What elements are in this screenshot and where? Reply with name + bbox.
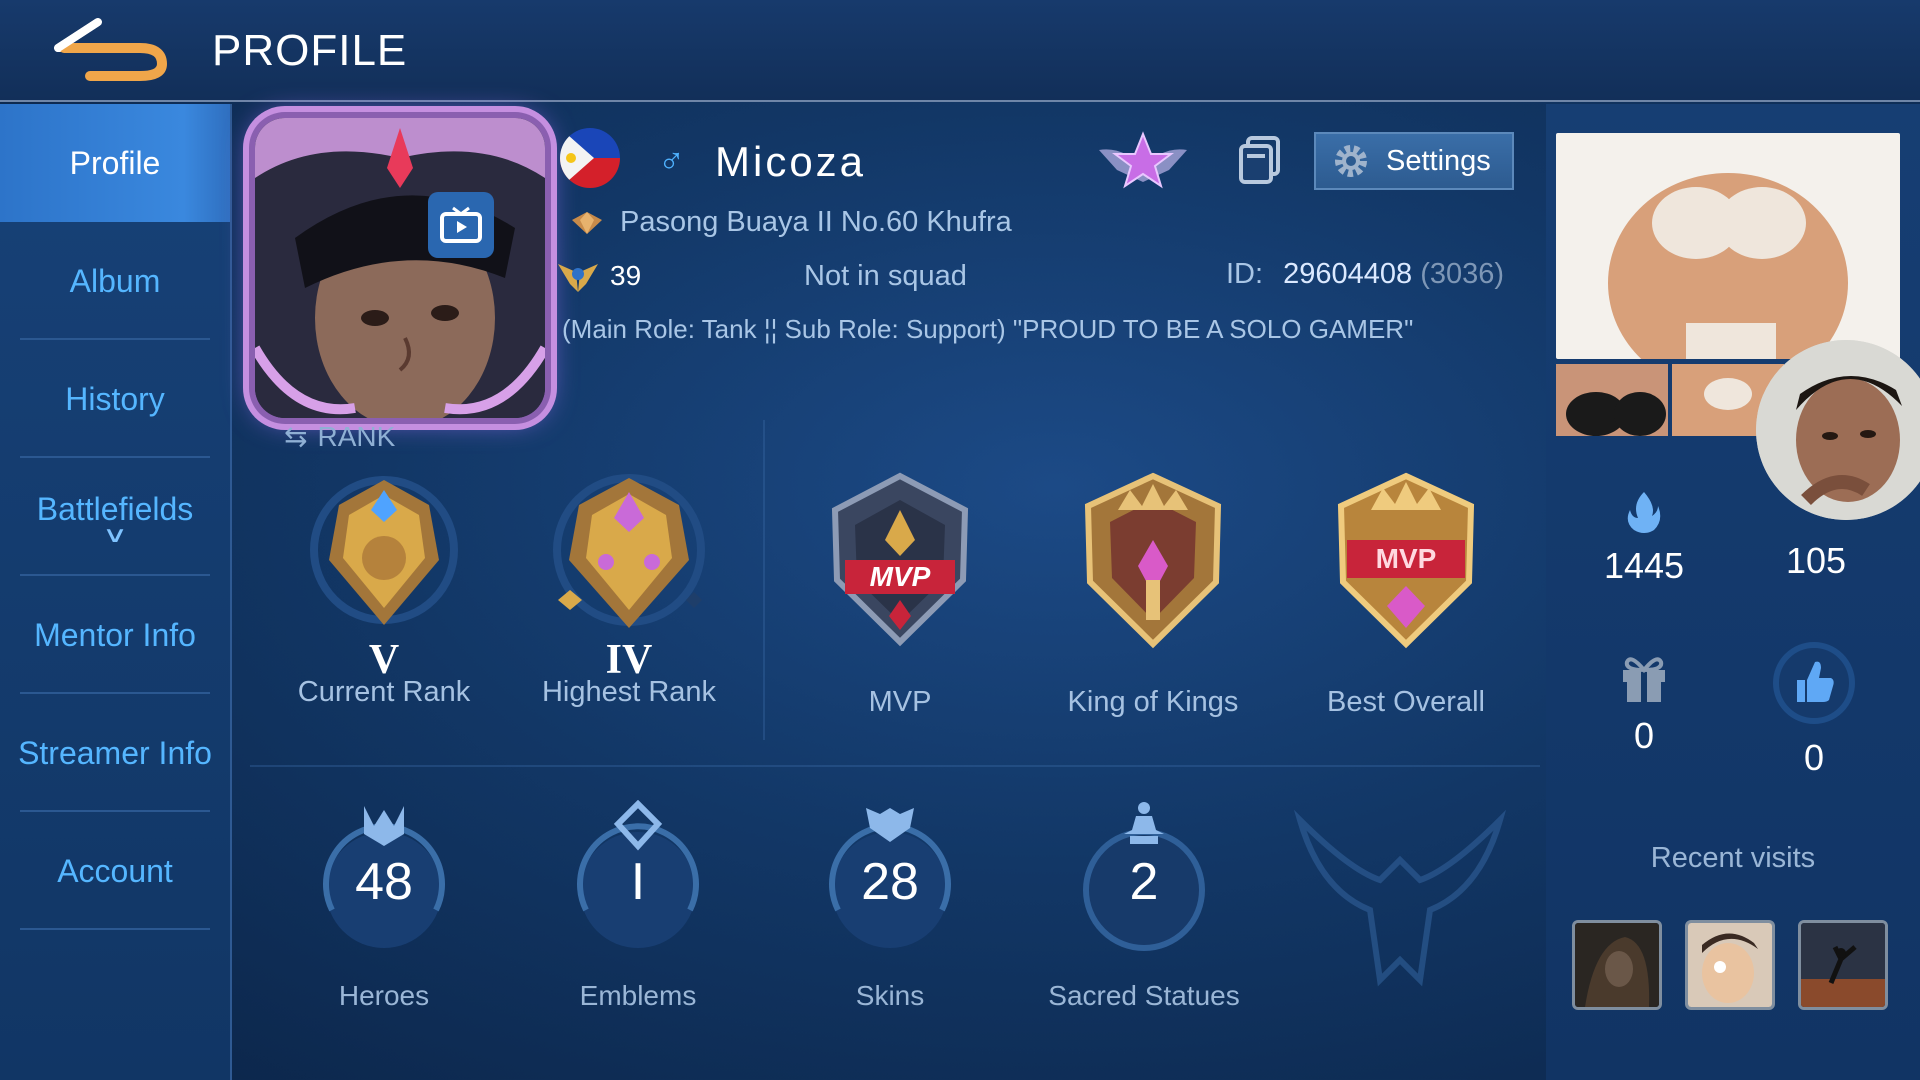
stat-label: Skins [855, 980, 925, 1011]
mvp-crown-icon: MVP [1337, 472, 1475, 649]
sidebar-item-history[interactable]: History [0, 340, 230, 458]
rank-tier: IV [605, 637, 653, 683]
recent-visitor-avatar[interactable] [1685, 920, 1775, 1010]
popularity-value: 1445 [1603, 545, 1685, 586]
badge-label: Highest Rank [541, 676, 717, 708]
sidebar-item-album[interactable]: Album [0, 222, 230, 340]
sidebar: Profile Album History Battlefields ∨ Men… [0, 104, 232, 1080]
star-rank-icon[interactable] [1095, 130, 1191, 190]
player-id: ID: 29604408 (3036) [1226, 258, 1505, 290]
card-icon[interactable] [1238, 136, 1282, 184]
sidebar-item-profile[interactable]: Profile [0, 104, 230, 222]
badge-label: Current Rank [297, 676, 471, 708]
sidebar-item-label: History [65, 380, 165, 417]
divider [250, 765, 1540, 767]
page-title: PROFILE [212, 26, 408, 75]
crown-shield-icon [1084, 472, 1222, 649]
sidebar-item-label: Album [69, 262, 161, 299]
level-badge-icon [558, 264, 598, 292]
rank-swap-icon: ⇆ [284, 421, 308, 452]
current-rank-badge[interactable]: V Current Rank [284, 470, 484, 709]
mvp-badge[interactable]: MVP MVP [800, 470, 1000, 719]
sidebar-item-label: Account [57, 852, 173, 889]
country-flag-icon [560, 128, 620, 188]
badge-tier [800, 646, 1000, 686]
stat-value: 2 [1129, 853, 1159, 911]
followers-value: 105 [1785, 540, 1847, 581]
sidebar-item-streamer-info[interactable]: Streamer Info [0, 694, 230, 812]
location-line: Pasong Buaya II No.60 Khufra [570, 206, 1012, 239]
emblems-stat[interactable]: I Emblems [528, 799, 748, 1012]
chevron-down-icon: ∨ [102, 521, 128, 547]
stat-label: Emblems [579, 980, 697, 1011]
popularity-stat[interactable]: 1445 [1574, 490, 1714, 587]
location-gem-icon [572, 211, 602, 234]
followers-stat[interactable]: 105 [1746, 490, 1886, 582]
mvp-emblem-icon: MVP [831, 472, 969, 647]
squad-status: Not in squad [804, 260, 967, 292]
gift-icon [1623, 657, 1665, 702]
avatar-portrait [255, 118, 545, 418]
recent-visits-title: Recent visits [1650, 842, 1816, 874]
gender-male-icon: ♂ [658, 140, 685, 181]
stat-label: Sacred Statues [1048, 980, 1240, 1011]
highest-rank-badge[interactable]: IV Highest Rank [529, 470, 729, 709]
rank-caption: ⇆ RANK [284, 420, 396, 453]
gifts-stat[interactable]: 0 [1574, 650, 1714, 757]
badge-tier [1306, 646, 1506, 686]
flame-icon [1627, 492, 1661, 533]
recent-visitor-avatar[interactable] [1798, 920, 1888, 1010]
badge-label: MVP [868, 686, 932, 718]
likes-stat[interactable]: 0 [1744, 640, 1884, 779]
live-stream-icon[interactable] [428, 192, 494, 258]
sidebar-item-label: Mentor Info [34, 616, 196, 653]
gifts-value: 0 [1633, 715, 1655, 756]
skins-stat[interactable]: 28 Skins [780, 800, 1000, 1012]
stat-label: Heroes [338, 980, 430, 1011]
svg-text:MVP: MVP [870, 561, 931, 592]
badge-label: Best Overall [1327, 686, 1485, 718]
rank-emblem-icon [553, 474, 705, 628]
followers-icon [1746, 490, 1886, 534]
stat-value: 48 [355, 853, 413, 911]
badge-tier [1053, 646, 1253, 686]
sidebar-item-mentor-info[interactable]: Mentor Info [0, 576, 230, 694]
player-name: Micoza [715, 138, 867, 185]
locked-emblem-silhouette-icon [1293, 809, 1507, 987]
badge-label: King of Kings [1067, 686, 1239, 718]
player-bio: (Main Role: Tank ¦¦ Sub Role: Support) "… [562, 314, 1414, 344]
rank-tier: V [368, 637, 400, 683]
divider [763, 420, 765, 740]
sidebar-item-label: Profile [69, 144, 161, 181]
stat-value: I [630, 853, 646, 911]
top-bar: PROFILE [0, 0, 1920, 102]
back-arrow-icon[interactable] [50, 14, 170, 84]
player-avatar[interactable] [255, 118, 545, 418]
sidebar-item-account[interactable]: Account [0, 812, 230, 930]
likes-value: 0 [1803, 737, 1825, 778]
sacred-statues-stat[interactable]: 2 Sacred Statues [1034, 800, 1254, 1012]
king-of-kings-badge[interactable]: King of Kings [1053, 470, 1253, 719]
album-thumbnail[interactable] [1556, 364, 1668, 436]
player-level: 39 [556, 258, 641, 294]
settings-label: Settings [1386, 144, 1491, 177]
rank-emblem-icon [310, 476, 458, 625]
stat-value: 28 [861, 853, 919, 911]
svg-text:MVP: MVP [1376, 543, 1437, 574]
album-photo[interactable] [1556, 133, 1900, 359]
heroes-stat[interactable]: 48 Heroes [274, 800, 494, 1012]
settings-button[interactable]: Settings [1314, 132, 1514, 190]
sidebar-item-battlefields[interactable]: Battlefields ∨ [0, 458, 230, 576]
thumbs-up-icon[interactable] [1771, 640, 1857, 726]
sidebar-item-label: Streamer Info [18, 734, 212, 771]
recent-visitor-avatar[interactable] [1572, 920, 1662, 1010]
gear-icon [1335, 145, 1367, 177]
best-overall-badge[interactable]: MVP Best Overall [1306, 470, 1506, 719]
